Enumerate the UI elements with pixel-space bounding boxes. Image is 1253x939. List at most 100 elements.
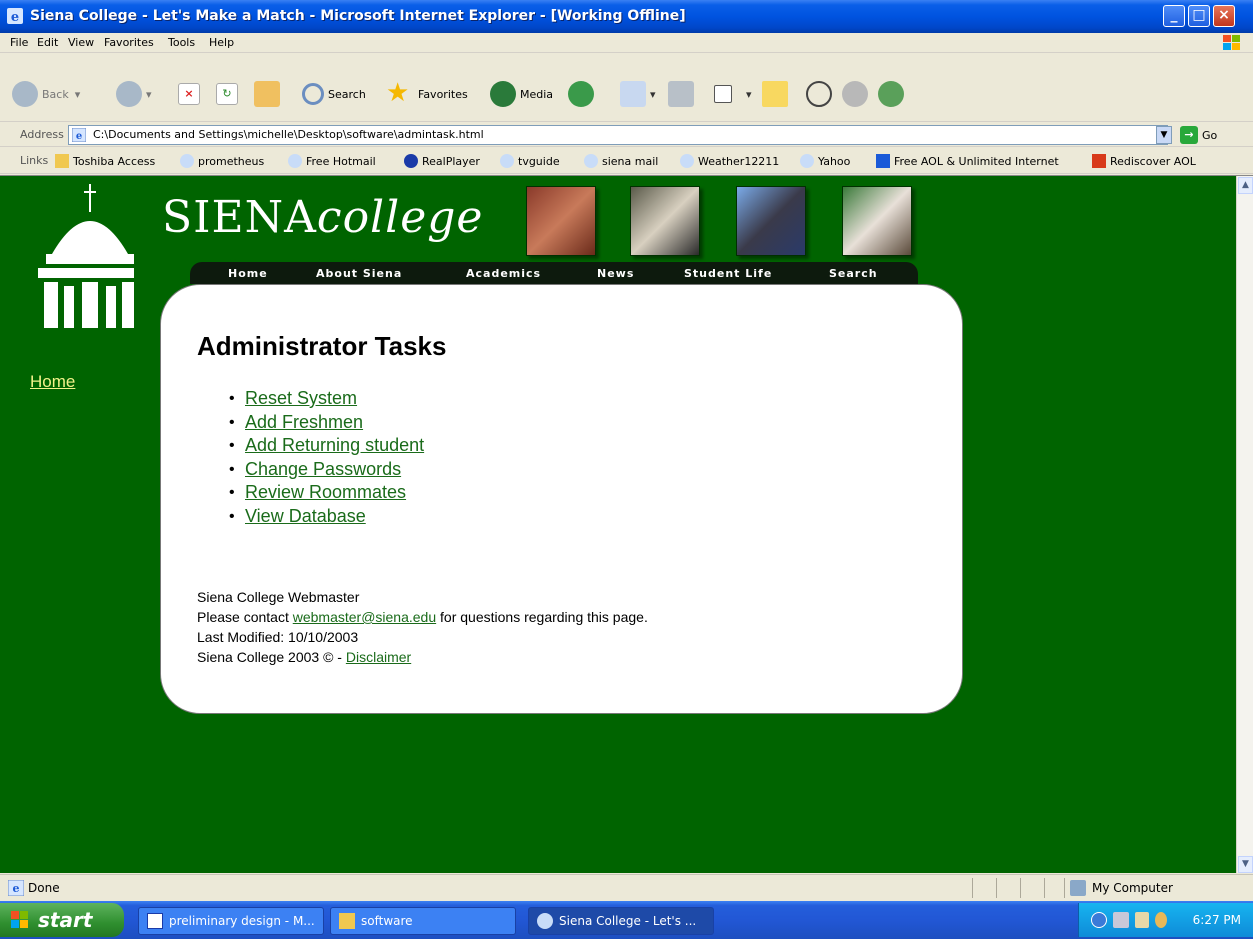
nav-home[interactable]: Home — [228, 267, 268, 280]
stop-button[interactable]: × — [178, 80, 204, 108]
nav-search[interactable]: Search — [829, 267, 878, 280]
nav-student-life[interactable]: Student Life — [684, 267, 772, 280]
link-rediscover-aol[interactable]: Rediscover AOL — [1092, 154, 1196, 168]
messenger-button[interactable] — [842, 80, 872, 108]
list-item: Add Returning student — [229, 434, 424, 458]
site-nav-bar: Home About Siena Academics News Student … — [190, 262, 918, 284]
list-item: Add Freshmen — [229, 411, 424, 435]
chevron-left-icon[interactable] — [1091, 912, 1107, 928]
status-zone: My Computer — [1070, 880, 1173, 896]
word-doc-icon — [147, 913, 163, 929]
minimize-button[interactable]: _ — [1163, 5, 1185, 27]
note-icon — [762, 81, 788, 107]
system-tray: 6:27 PM — [1078, 903, 1253, 937]
mail-button[interactable]: ▾ — [620, 80, 656, 108]
history-button[interactable] — [568, 80, 598, 108]
link-siena-mail[interactable]: siena mail — [584, 154, 658, 168]
ie-page-icon — [537, 913, 553, 929]
view-database-link[interactable]: View Database — [245, 506, 366, 526]
menu-edit[interactable]: Edit — [37, 36, 58, 49]
student-photo-2 — [630, 186, 700, 256]
nav-academics[interactable]: Academics — [466, 267, 541, 280]
nav-about-siena[interactable]: About Siena — [316, 267, 402, 280]
reset-system-link[interactable]: Reset System — [245, 388, 357, 408]
link-free-aol[interactable]: Free AOL & Unlimited Internet — [876, 154, 1059, 168]
siena-dome-logo — [38, 184, 134, 328]
add-freshmen-link[interactable]: Add Freshmen — [245, 412, 363, 432]
menu-view[interactable]: View — [68, 36, 94, 49]
window-title-bar[interactable]: e Siena College - Let's Make a Match - M… — [0, 0, 1253, 33]
media-button[interactable]: Media — [490, 80, 553, 108]
discuss-button[interactable] — [762, 80, 792, 108]
nav-news[interactable]: News — [597, 267, 634, 280]
media-icon — [490, 81, 516, 107]
status-divider — [996, 878, 997, 898]
admin-task-list: Reset System Add Freshmen Add Returning … — [229, 387, 424, 528]
status-divider — [1044, 878, 1045, 898]
taskbar-software-folder-button[interactable]: software — [330, 907, 516, 935]
network-icon[interactable] — [1113, 912, 1129, 928]
edit-button[interactable]: ▾ — [714, 80, 752, 108]
forward-button[interactable]: ▾ — [116, 80, 152, 108]
address-label: Address — [20, 128, 64, 141]
svg-text:e: e — [11, 10, 19, 25]
menu-tools[interactable]: Tools — [168, 36, 195, 49]
maximize-button[interactable]: □ — [1188, 5, 1210, 27]
address-dropdown-button[interactable]: ▼ — [1156, 126, 1172, 144]
menu-help[interactable]: Help — [209, 36, 234, 49]
go-arrow-icon: → — [1180, 126, 1198, 144]
folder-icon — [55, 154, 69, 168]
webmaster-email-link[interactable]: webmaster@siena.edu — [293, 609, 436, 625]
favorites-button[interactable]: ★ Favorites — [386, 80, 468, 108]
address-input[interactable]: C:\Documents and Settings\michelle\Deskt… — [68, 125, 1168, 145]
sidebar-home-link[interactable]: Home — [30, 372, 75, 392]
link-toshiba-access[interactable]: Toshiba Access — [55, 154, 155, 168]
review-roommates-link[interactable]: Review Roommates — [245, 482, 406, 502]
go-button[interactable]: → Go — [1180, 126, 1217, 144]
internet-explorer-icon: e — [7, 8, 23, 25]
link-tvguide[interactable]: tvguide — [500, 154, 560, 168]
change-passwords-link[interactable]: Change Passwords — [245, 459, 401, 479]
scroll-down-button[interactable]: ▼ — [1238, 856, 1253, 873]
taskbar-ie-button[interactable]: Siena College - Let's ... — [528, 907, 714, 935]
realplayer-icon — [404, 154, 418, 168]
chevron-down-icon: ▾ — [650, 87, 656, 101]
siena-college-logo: SIENAcollege — [162, 192, 484, 243]
link-prometheus[interactable]: prometheus — [180, 154, 264, 168]
scroll-up-button[interactable]: ▲ — [1238, 177, 1253, 194]
start-button[interactable]: start — [0, 903, 124, 937]
page-footer: Siena College Webmaster Please contact w… — [197, 587, 648, 667]
ie-page-icon — [800, 154, 814, 168]
student-photo-4 — [842, 186, 912, 256]
link-yahoo[interactable]: Yahoo — [800, 154, 850, 168]
search-button[interactable]: Search — [302, 80, 366, 108]
disclaimer-link[interactable]: Disclaimer — [346, 649, 411, 665]
link-realplayer[interactable]: RealPlayer — [404, 154, 480, 168]
windows-logo-icon — [1223, 35, 1240, 50]
page-title: Administrator Tasks — [197, 331, 447, 361]
chevron-down-icon: ▾ — [746, 87, 752, 101]
print-button[interactable] — [668, 80, 698, 108]
close-button[interactable]: × — [1213, 5, 1235, 27]
status-divider — [1020, 878, 1021, 898]
contacts-button[interactable] — [878, 80, 908, 108]
address-bar: Address C:\Documents and Settings\michel… — [0, 123, 1253, 147]
link-weather[interactable]: Weather12211 — [680, 154, 779, 168]
research-button[interactable] — [806, 80, 836, 108]
link-free-hotmail[interactable]: Free Hotmail — [288, 154, 376, 168]
messenger-icon[interactable] — [1135, 912, 1149, 928]
search-icon — [302, 83, 324, 105]
refresh-button[interactable]: ↻ — [216, 80, 242, 108]
home-button[interactable] — [254, 80, 284, 108]
taskbar-word-button[interactable]: preliminary design - M... — [138, 907, 324, 935]
menu-favorites[interactable]: Favorites — [104, 36, 154, 49]
window-title: Siena College - Let's Make a Match - Mic… — [30, 8, 686, 24]
list-item: Review Roommates — [229, 481, 424, 505]
vertical-scrollbar[interactable]: ▲ ▼ — [1236, 176, 1253, 873]
clock: 6:27 PM — [1192, 913, 1241, 927]
tray-app-icon[interactable] — [1155, 912, 1167, 928]
back-button[interactable]: Back ▾ — [12, 80, 80, 108]
ie-page-icon — [680, 154, 694, 168]
menu-file[interactable]: File — [10, 36, 28, 49]
add-returning-student-link[interactable]: Add Returning student — [245, 435, 424, 455]
